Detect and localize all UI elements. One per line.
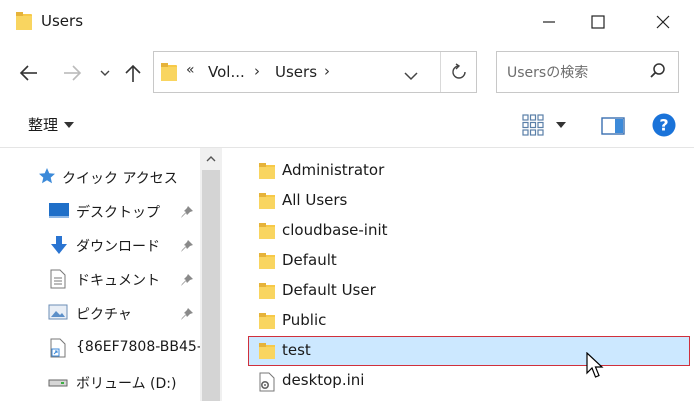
refresh-button[interactable] (441, 52, 477, 92)
nav-item-label: ダウンロード (76, 239, 160, 255)
file-list[interactable]: Administrator All Users cloudbase-init D… (224, 148, 694, 401)
scroll-up-button[interactable] (200, 148, 222, 170)
preview-pane-icon (601, 117, 625, 135)
pin-icon (180, 204, 194, 223)
list-item[interactable]: Administrator (249, 157, 694, 185)
scrollbar-thumb[interactable] (202, 170, 220, 401)
desktop-icon (48, 201, 70, 223)
list-item[interactable]: Public (249, 307, 694, 335)
file-name: Default User (282, 281, 376, 299)
nav-item-desktop[interactable]: デスクトップ (0, 196, 200, 226)
chevron-down-icon (100, 70, 110, 76)
large-icons-icon (522, 114, 544, 136)
address-separator[interactable]: › (254, 62, 260, 80)
nav-item-label: ピクチャ (76, 307, 132, 323)
search-input[interactable] (505, 62, 649, 84)
maximize-icon (591, 15, 605, 29)
help-icon: ? (652, 113, 676, 137)
address-separator[interactable]: › (324, 62, 330, 80)
navigation-pane[interactable]: クイック アクセス デスクトップ ダウンロード ドキュメント ピクチャ {86E… (0, 148, 224, 401)
address-dropdown-button[interactable] (404, 66, 418, 85)
refresh-icon (452, 63, 466, 79)
list-item-selected[interactable]: test (248, 336, 690, 366)
pin-icon (180, 306, 194, 325)
caret-down-icon (64, 121, 75, 128)
address-overflow[interactable]: « (186, 62, 195, 78)
nav-item-downloads[interactable]: ダウンロード (0, 230, 200, 260)
mouse-cursor-icon (586, 351, 604, 384)
file-name: Public (282, 311, 327, 329)
search-icon[interactable] (649, 62, 667, 84)
arrow-left-icon (19, 65, 37, 81)
list-item[interactable]: desktop.ini (249, 367, 694, 395)
list-item[interactable]: Default User (249, 277, 694, 305)
folder-icon (160, 62, 178, 86)
close-button[interactable] (640, 0, 686, 44)
close-icon (656, 15, 670, 29)
command-bar: 整理 ? (0, 102, 694, 148)
nav-item-shortcut[interactable]: {86EF7808-BB45- (0, 333, 202, 363)
minimize-button[interactable] (526, 0, 572, 44)
file-name: cloudbase-init (282, 221, 388, 239)
nav-item-label: デスクトップ (76, 205, 160, 221)
folder-icon (258, 342, 276, 364)
up-button[interactable] (121, 58, 145, 88)
arrow-up-icon (125, 64, 141, 82)
nav-item-quick-access[interactable]: クイック アクセス (0, 162, 200, 192)
folder-icon (258, 222, 276, 244)
file-name: desktop.ini (282, 371, 365, 389)
settings-file-icon (258, 372, 276, 396)
folder-icon (258, 282, 276, 304)
recent-locations-button[interactable] (98, 58, 112, 88)
file-name: test (282, 341, 311, 359)
nav-item-pictures[interactable]: ピクチャ (0, 298, 200, 328)
search-box[interactable] (496, 51, 679, 93)
list-item[interactable]: All Users (249, 187, 694, 215)
nav-item-label: クイック アクセス (62, 171, 178, 187)
folder-icon (258, 312, 276, 334)
file-name: Default (282, 251, 337, 269)
preview-pane-button[interactable] (601, 117, 625, 139)
window-title: Users (41, 12, 84, 30)
nav-item-documents[interactable]: ドキュメント (0, 264, 200, 294)
minimize-icon (543, 21, 555, 23)
download-icon (50, 235, 68, 259)
folder-icon (258, 192, 276, 214)
address-segment-volume[interactable]: Vol... (208, 63, 245, 81)
list-item[interactable]: cloudbase-init (249, 217, 694, 245)
document-icon (50, 269, 66, 293)
help-button[interactable]: ? (652, 113, 676, 141)
pictures-icon (48, 303, 68, 325)
maximize-button[interactable] (575, 0, 621, 44)
organize-label: 整理 (28, 116, 59, 134)
folder-icon (258, 162, 276, 184)
organize-button[interactable]: 整理 (28, 114, 75, 135)
pin-icon (180, 272, 194, 291)
nav-item-volume-d[interactable]: ボリューム (D:) (0, 367, 200, 397)
address-segment-users[interactable]: Users (275, 63, 317, 81)
chevron-down-icon (404, 72, 418, 81)
nav-item-label: ドキュメント (76, 273, 160, 289)
file-name: All Users (282, 191, 348, 209)
caret-down-icon (556, 122, 566, 128)
back-button[interactable] (16, 58, 42, 88)
nav-item-label: {86EF7808-BB45- (76, 339, 202, 355)
arrow-right-icon (64, 65, 82, 81)
chevron-up-icon (206, 156, 216, 162)
file-name: Administrator (282, 161, 385, 179)
navigation-scrollbar[interactable] (200, 148, 222, 401)
nav-item-label: ボリューム (D:) (76, 376, 177, 392)
list-item[interactable]: Default (249, 247, 694, 275)
drive-icon (48, 372, 68, 394)
folder-icon (258, 252, 276, 274)
shortcut-icon (50, 338, 66, 362)
star-icon (38, 167, 56, 189)
svg-text:?: ? (659, 116, 668, 135)
view-options-button[interactable] (522, 114, 566, 136)
address-bar[interactable]: « Vol... › Users › (153, 51, 477, 93)
pin-icon (180, 238, 194, 257)
folder-icon (15, 11, 33, 35)
forward-button[interactable] (60, 58, 84, 88)
